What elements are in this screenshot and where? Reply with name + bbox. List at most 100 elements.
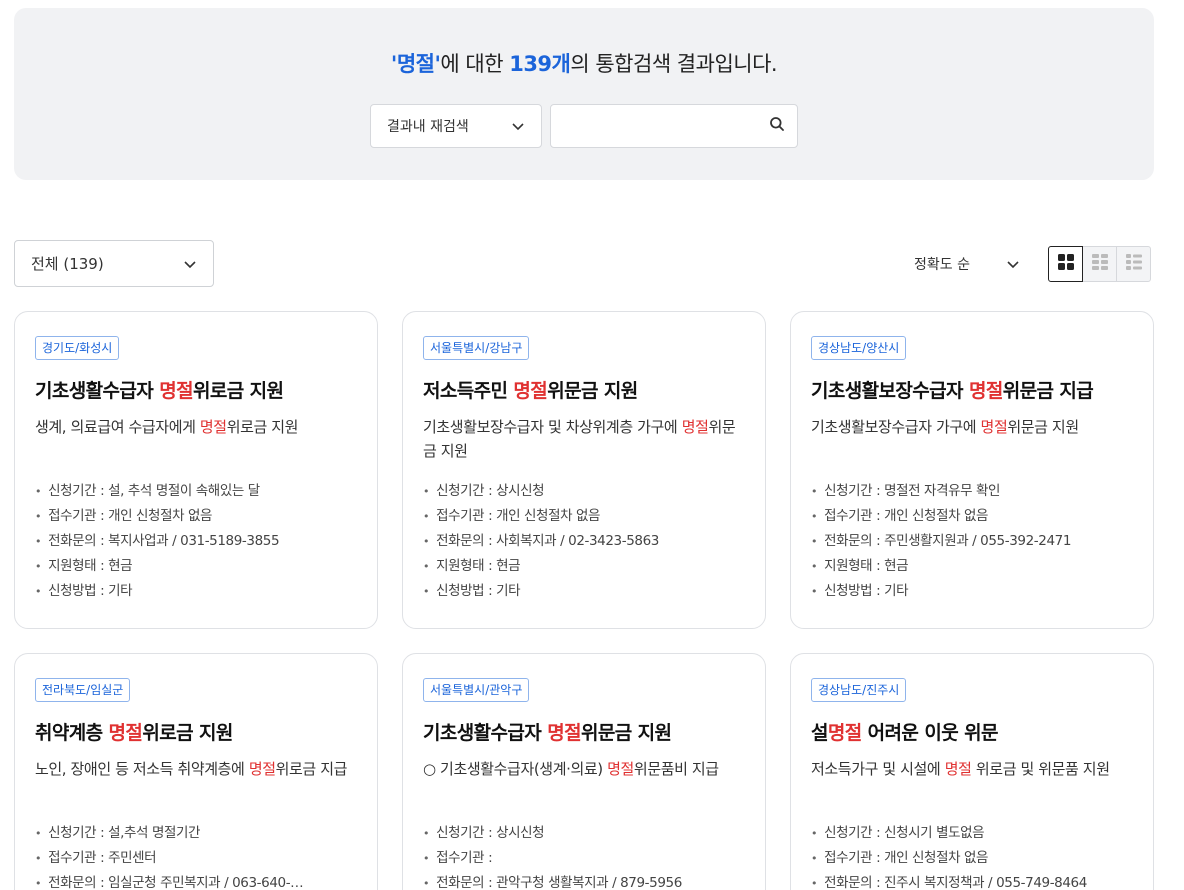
result-card[interactable]: 서울특별시/관악구 기초생활수급자 명절위문금 지원 ○ 기초생활수급자(생계·의료… [402, 653, 766, 890]
view-grid-large-button[interactable] [1048, 246, 1083, 282]
card-description: 기초생활보장수급자 가구에 명절위문금 지원 [811, 415, 1133, 463]
headline-text: 에 대한 [440, 52, 510, 76]
keyword-highlight: 명절 [159, 380, 193, 403]
card-info-item: 전화문의 : 임실군청 주민복지과 / 063-640-… [35, 871, 357, 890]
chevron-down-icon [1006, 257, 1020, 271]
card-info-item: 신청방법 : 기타 [35, 579, 357, 604]
card-title[interactable]: 저소득주민 명절위문금 지원 [423, 376, 745, 403]
chevron-down-icon [511, 119, 525, 133]
card-description: 저소득가구 및 시설에 명절 위로금 및 위문품 지원 [811, 757, 1133, 805]
search-box[interactable] [550, 104, 798, 148]
text-segment: 위문품비 지급 [633, 760, 719, 779]
keyword-highlight: 명절 [607, 760, 634, 779]
card-description: 기초생활보장수급자 및 차상위계층 가구에 명절위문금 지원 [423, 415, 745, 463]
card-title[interactable]: 기초생활수급자 명절위문금 지원 [423, 718, 745, 745]
search-scope-select[interactable]: 결과내 재검색 [370, 104, 542, 148]
search-controls: 결과내 재검색 [370, 104, 798, 148]
card-info-item: 접수기관 : [423, 846, 745, 871]
card-title[interactable]: 기초생활수급자 명절위로금 지원 [35, 376, 357, 403]
card-info-list: 신청기간 : 명절전 자격유무 확인접수기관 : 개인 신청절차 없음전화문의 … [811, 479, 1133, 604]
sort-label: 정확도 순 [914, 257, 970, 273]
text-segment: 위문금 지원 [1007, 418, 1079, 437]
chevron-down-icon [183, 257, 197, 271]
text-segment: 위문금 지원 [547, 380, 638, 403]
card-info-item: 접수기관 : 개인 신청절차 없음 [811, 504, 1133, 529]
card-info-list: 신청기간 : 상시신청접수기관 :전화문의 : 관악구청 생활복지과 / 879… [423, 821, 745, 890]
card-info-item: 접수기관 : 개인 신청절차 없음 [423, 504, 745, 529]
text-segment: 생계, 의료급여 수급자에게 [35, 418, 200, 437]
search-scope-label: 결과내 재검색 [387, 119, 469, 135]
keyword-highlight: 명절 [827, 722, 862, 745]
card-info-item: 신청기간 : 상시신청 [423, 479, 745, 504]
card-info-list: 신청기간 : 설, 추석 명절이 속해있는 달접수기관 : 개인 신청절차 없음… [35, 479, 357, 604]
text-segment: 위로금 지원 [142, 722, 233, 745]
text-segment: 위로금 지급 [275, 760, 348, 779]
grid-small-icon [1091, 253, 1109, 275]
list-icon [1125, 253, 1143, 275]
text-segment: 위로금 지원 [192, 380, 284, 403]
text-segment: 기초생활수급자 [423, 722, 548, 745]
card-info-item: 신청기간 : 설,추석 명절기간 [35, 821, 357, 846]
keyword-highlight: 명절 [547, 722, 581, 745]
text-segment: 설 [811, 722, 828, 745]
card-info-item: 지원형태 : 현금 [423, 554, 745, 579]
card-title[interactable]: 기초생활보장수급자 명절위문금 지급 [811, 376, 1133, 403]
category-filter-label: 전체 (139) [31, 255, 104, 273]
keyword-highlight: 명절 [944, 760, 972, 779]
search-icon[interactable] [769, 116, 785, 136]
text-segment: 저소득주민 [423, 380, 514, 403]
result-count: 139개 [509, 52, 571, 76]
card-info-item: 신청기간 : 명절전 자격유무 확인 [811, 479, 1133, 504]
text-segment: 위문금 지원 [580, 722, 672, 745]
text-segment: 저소득가구 및 시설에 [811, 760, 945, 779]
view-grid-small-button[interactable] [1082, 246, 1117, 282]
grid-large-icon [1057, 253, 1075, 275]
card-description: ○ 기초생활수급자(생계·의료) 명절위문품비 지급 [423, 757, 745, 805]
card-info-item: 접수기관 : 개인 신청절차 없음 [35, 504, 357, 529]
card-info-list: 신청기간 : 상시신청접수기관 : 개인 신청절차 없음전화문의 : 사회복지과… [423, 479, 745, 604]
search-panel: '명절'에 대한 139개의 통합검색 결과입니다. 결과내 재검색 [14, 8, 1154, 180]
region-badge: 경상남도/진주시 [811, 678, 907, 703]
region-badge: 경기도/화성시 [35, 336, 120, 361]
view-list-button[interactable] [1116, 246, 1151, 282]
text-segment: 어려운 이웃 위문 [861, 722, 999, 745]
card-info-item: 접수기관 : 주민센터 [35, 846, 357, 871]
search-input[interactable] [565, 118, 769, 134]
text-segment: 위로금 및 위문품 지원 [971, 760, 1110, 779]
result-card[interactable]: 경기도/화성시 기초생활수급자 명절위로금 지원 생계, 의료급여 수급자에게 명절… [14, 311, 378, 629]
card-title[interactable]: 설명절 어려운 이웃 위문 [811, 718, 1133, 745]
result-card[interactable]: 경상남도/양산시 기초생활보장수급자 명절위문금 지급 기초생활보장수급자 가구에 … [790, 311, 1154, 629]
card-info-item: 전화문의 : 주민생활지원과 / 055-392-2471 [811, 529, 1133, 554]
region-badge: 서울특별시/관악구 [423, 678, 530, 703]
text-segment: 기초생활보장수급자 가구에 [811, 418, 981, 437]
search-keyword: '명절' [390, 52, 441, 76]
search-result-headline: '명절'에 대한 139개의 통합검색 결과입니다. [14, 48, 1154, 78]
card-info-item: 신청기간 : 신청시기 별도없음 [811, 821, 1133, 846]
text-segment: 취약계층 [35, 722, 109, 745]
keyword-highlight: 명절 [681, 418, 709, 437]
card-info-item: 지원형태 : 현금 [35, 554, 357, 579]
card-description: 노인, 장애인 등 저소득 취약계층에 명절위로금 지급 [35, 757, 357, 805]
region-badge: 전라북도/임실군 [35, 678, 131, 703]
text-segment: 위로금 지원 [226, 418, 299, 437]
card-title[interactable]: 취약계층 명절위로금 지원 [35, 718, 357, 745]
text-segment: 노인, 장애인 등 저소득 취약계층에 [35, 760, 249, 779]
category-filter-select[interactable]: 전체 (139) [14, 240, 214, 287]
card-description: 생계, 의료급여 수급자에게 명절위로금 지원 [35, 415, 357, 463]
card-info-item: 전화문의 : 복지사업과 / 031-5189-3855 [35, 529, 357, 554]
text-segment: 기초생활수급자 [35, 380, 160, 403]
text-segment: 기초생활보장수급자 [811, 380, 969, 403]
card-info-item: 신청기간 : 상시신청 [423, 821, 745, 846]
card-info-item: 전화문의 : 관악구청 생활복지과 / 879-5956 [423, 871, 745, 890]
card-info-item: 신청방법 : 기타 [811, 579, 1133, 604]
card-info-item: 신청기간 : 설, 추석 명절이 속해있는 달 [35, 479, 357, 504]
card-info-item: 전화문의 : 진주시 복지정책과 / 055-749-8464 [811, 871, 1133, 890]
text-segment: 기초생활보장수급자 및 차상위계층 가구에 [423, 418, 682, 437]
keyword-highlight: 명절 [108, 722, 143, 745]
result-card[interactable]: 전라북도/임실군취약계층 명절위로금 지원노인, 장애인 등 저소득 취약계층에… [14, 653, 378, 890]
result-card[interactable]: 경상남도/진주시 설명절 어려운 이웃 위문 저소득가구 및 시설에 명절 위로금 … [790, 653, 1154, 890]
text-segment: 위문금 지급 [1002, 380, 1094, 403]
card-info-item: 접수기관 : 개인 신청절차 없음 [811, 846, 1133, 871]
result-card[interactable]: 서울특별시/강남구 저소득주민 명절위문금 지원 기초생활보장수급자 및 차상위계층… [402, 311, 766, 629]
sort-select[interactable]: 정확도 순 [898, 246, 1028, 282]
